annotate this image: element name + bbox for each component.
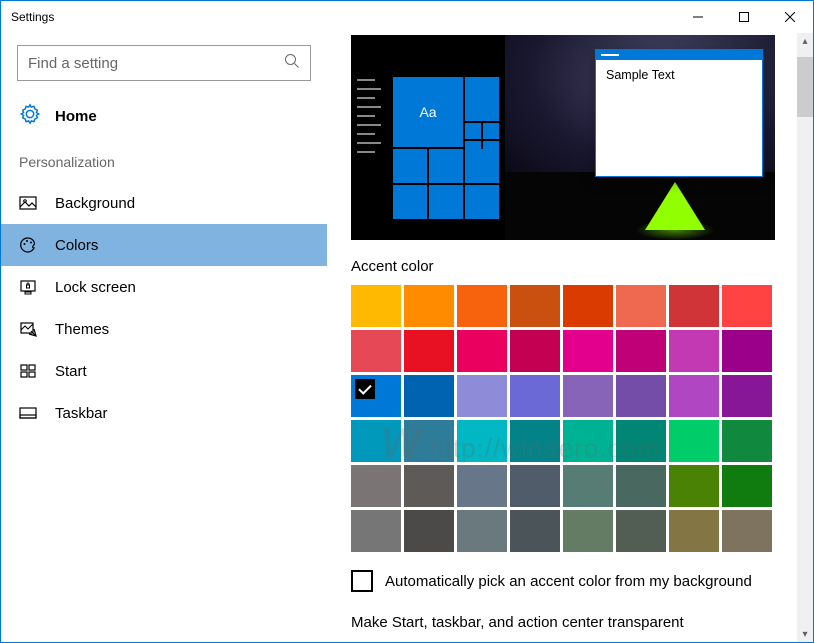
minimize-button[interactable] <box>675 1 721 33</box>
accent-swatch[interactable] <box>669 465 719 507</box>
window-title: Settings <box>11 10 675 24</box>
accent-swatch[interactable] <box>669 285 719 327</box>
sidebar-item-label: Start <box>55 363 87 380</box>
sidebar-item-taskbar[interactable]: Taskbar <box>1 392 327 434</box>
checkbox-icon[interactable] <box>351 570 373 592</box>
accent-swatch[interactable] <box>457 375 507 417</box>
accent-swatch[interactable] <box>351 510 401 552</box>
sidebar-item-label: Lock screen <box>55 279 136 296</box>
accent-swatch[interactable] <box>722 375 772 417</box>
accent-swatch[interactable] <box>722 285 772 327</box>
scrollbar[interactable]: ▴ ▾ <box>797 33 813 642</box>
accent-swatch[interactable] <box>722 465 772 507</box>
sidebar-item-background[interactable]: Background <box>1 182 327 224</box>
sidebar-item-colors[interactable]: Colors <box>1 224 327 266</box>
accent-swatch[interactable] <box>351 465 401 507</box>
accent-swatch[interactable] <box>457 465 507 507</box>
accent-swatch[interactable] <box>616 510 666 552</box>
accent-swatch[interactable] <box>351 420 401 462</box>
accent-swatch[interactable] <box>616 375 666 417</box>
accent-swatch[interactable] <box>616 330 666 372</box>
search-input[interactable]: Find a setting <box>17 45 311 81</box>
accent-swatch[interactable] <box>457 510 507 552</box>
sidebar: Find a setting Home Personalization Back… <box>1 33 327 642</box>
maximize-button[interactable] <box>721 1 767 33</box>
scroll-thumb[interactable] <box>797 57 813 117</box>
accent-swatch[interactable] <box>563 420 613 462</box>
sidebar-item-label: Colors <box>55 237 98 254</box>
sidebar-item-themes[interactable]: Themes <box>1 308 327 350</box>
accent-swatch[interactable] <box>510 465 560 507</box>
accent-color-heading: Accent color <box>351 258 789 275</box>
accent-swatch[interactable] <box>404 375 454 417</box>
accent-swatch[interactable] <box>669 420 719 462</box>
accent-swatch[interactable] <box>563 465 613 507</box>
color-preview: Aa Sample Text <box>351 35 775 240</box>
accent-swatch[interactable] <box>457 285 507 327</box>
themes-icon <box>19 320 37 338</box>
lockscreen-icon <box>19 278 37 296</box>
search-placeholder: Find a setting <box>28 55 284 72</box>
accent-swatch[interactable] <box>722 420 772 462</box>
sidebar-item-lockscreen[interactable]: Lock screen <box>1 266 327 308</box>
preview-tile-large: Aa <box>393 77 463 147</box>
accent-swatch[interactable] <box>510 510 560 552</box>
accent-swatch[interactable] <box>404 420 454 462</box>
main-content: Aa Sample Text Accent color Automaticall… <box>327 33 813 642</box>
accent-swatch[interactable] <box>457 420 507 462</box>
accent-swatch[interactable] <box>404 510 454 552</box>
accent-swatch[interactable] <box>563 330 613 372</box>
start-icon <box>19 362 37 380</box>
accent-swatch[interactable] <box>669 510 719 552</box>
accent-swatch[interactable] <box>351 330 401 372</box>
accent-swatch[interactable] <box>404 330 454 372</box>
home-link[interactable]: Home <box>1 95 327 144</box>
accent-swatch[interactable] <box>351 375 401 417</box>
close-button[interactable] <box>767 1 813 33</box>
accent-swatch[interactable] <box>510 285 560 327</box>
scroll-down-icon[interactable]: ▾ <box>797 626 813 642</box>
sidebar-item-label: Taskbar <box>55 405 108 422</box>
accent-swatch[interactable] <box>457 330 507 372</box>
gear-icon <box>19 103 41 130</box>
accent-swatch[interactable] <box>669 330 719 372</box>
accent-color-palette <box>351 285 789 552</box>
search-icon <box>284 53 300 73</box>
accent-swatch[interactable] <box>563 375 613 417</box>
accent-swatch[interactable] <box>669 375 719 417</box>
sidebar-item-start[interactable]: Start <box>1 350 327 392</box>
accent-swatch[interactable] <box>616 465 666 507</box>
auto-accent-checkbox-row[interactable]: Automatically pick an accent color from … <box>351 570 789 592</box>
picture-icon <box>19 194 37 212</box>
home-label: Home <box>55 108 97 125</box>
transparency-heading: Make Start, taskbar, and action center t… <box>351 614 789 631</box>
accent-swatch[interactable] <box>563 510 613 552</box>
accent-swatch[interactable] <box>510 420 560 462</box>
accent-swatch[interactable] <box>351 285 401 327</box>
sidebar-item-label: Background <box>55 195 135 212</box>
section-label: Personalization <box>1 144 327 182</box>
accent-swatch[interactable] <box>404 465 454 507</box>
accent-swatch[interactable] <box>404 285 454 327</box>
taskbar-icon <box>19 404 37 422</box>
preview-sample-window: Sample Text <box>595 49 763 177</box>
palette-icon <box>19 236 37 254</box>
auto-accent-label: Automatically pick an accent color from … <box>385 573 752 590</box>
scroll-up-icon[interactable]: ▴ <box>797 33 813 49</box>
accent-swatch[interactable] <box>510 375 560 417</box>
accent-swatch[interactable] <box>722 510 772 552</box>
accent-swatch[interactable] <box>616 285 666 327</box>
accent-swatch[interactable] <box>510 330 560 372</box>
accent-swatch[interactable] <box>722 330 772 372</box>
sample-text: Sample Text <box>596 60 762 90</box>
sidebar-item-label: Themes <box>55 321 109 338</box>
titlebar: Settings <box>1 1 813 33</box>
accent-swatch[interactable] <box>563 285 613 327</box>
accent-swatch[interactable] <box>616 420 666 462</box>
